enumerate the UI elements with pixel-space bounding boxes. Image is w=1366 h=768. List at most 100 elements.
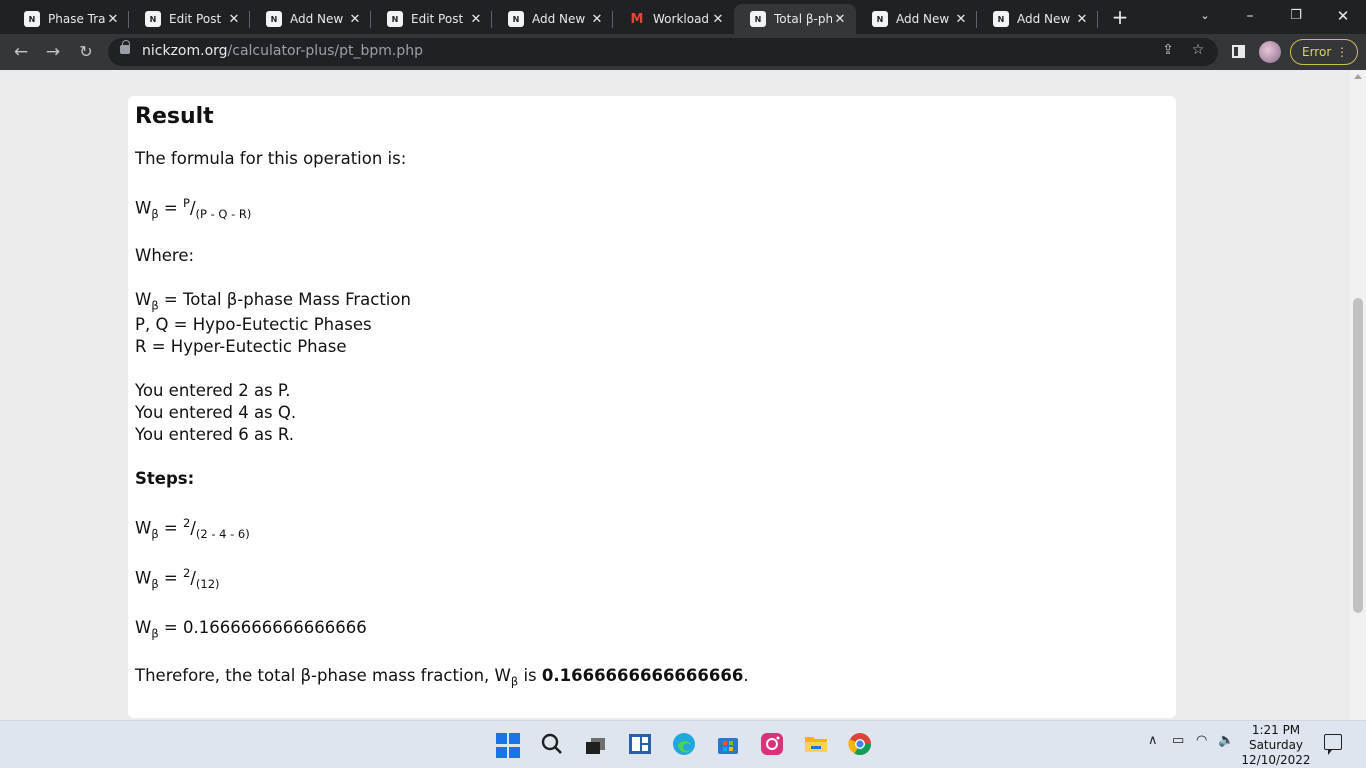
notification-icon[interactable]: [1324, 734, 1342, 755]
entered-p: You entered 2 as P.: [135, 381, 291, 400]
page-scrollbar[interactable]: [1350, 70, 1366, 720]
close-tab-icon[interactable]: ✕: [468, 12, 484, 27]
where-label: Where:: [135, 246, 195, 265]
conclusion: Therefore, the total β-phase mass fracti…: [135, 666, 749, 688]
close-tab-icon[interactable]: ✕: [832, 12, 848, 27]
wifi-icon[interactable]: ◠: [1196, 733, 1207, 748]
scroll-up-arrow-icon[interactable]: [1354, 74, 1362, 79]
step-3: Wβ = 0.1666666666666666: [135, 618, 367, 641]
microsoft-store-icon[interactable]: [715, 731, 741, 757]
windows-start-icon[interactable]: [496, 733, 522, 759]
tab-title: Total β-pha: [774, 12, 832, 26]
conclusion-prefix: Therefore, the total β-phase mass fracti…: [135, 666, 511, 685]
instagram-icon[interactable]: [759, 731, 785, 757]
step-denominator: (2 - 4 - 6): [195, 526, 250, 541]
definition-r: R = Hyper-Eutectic Phase: [135, 337, 346, 356]
tab-title: Workload: [653, 12, 710, 26]
lock-icon[interactable]: [120, 40, 130, 54]
tab-add-new-post-3[interactable]: N Add New P ✕: [856, 4, 977, 34]
close-tab-icon[interactable]: ✕: [953, 12, 969, 27]
clock-time: 1:21 PM: [1251, 723, 1301, 737]
forward-arrow-icon[interactable]: →: [41, 40, 65, 64]
tab-separator: [1097, 11, 1098, 28]
address-bar[interactable]: nickzom.org/calculator-plus/pt_bpm.php ⇪…: [108, 38, 1218, 66]
tab-total-beta-phase[interactable]: N Total β-pha ✕: [734, 4, 856, 34]
step-subscript: β: [151, 626, 159, 641]
error-label: Error: [1302, 45, 1332, 59]
side-panel-icon[interactable]: [1232, 45, 1245, 58]
tab-workload-gmail[interactable]: M Workload ✕: [613, 4, 734, 34]
close-tab-icon[interactable]: ✕: [1074, 12, 1090, 27]
step-denominator: (12): [195, 576, 220, 591]
definition-text: = Total β-phase Mass Fraction: [158, 290, 411, 309]
nickzom-favicon-icon: N: [993, 11, 1009, 27]
close-tab-icon[interactable]: ✕: [347, 12, 363, 27]
formula-intro: The formula for this operation is:: [135, 149, 407, 168]
steps-label: Steps:: [135, 469, 195, 488]
chrome-icon[interactable]: [847, 731, 873, 757]
system-clock[interactable]: 1:21 PM Saturday 12/10/2022: [1240, 723, 1312, 768]
tab-add-new-post-2[interactable]: N Add New P ✕: [492, 4, 613, 34]
tab-title: Edit Post ‹: [411, 12, 468, 26]
page-viewport: Result The formula for this operation is…: [0, 70, 1350, 720]
nickzom-favicon-icon: N: [24, 11, 40, 27]
step-lhs: W: [135, 568, 152, 588]
nickzom-favicon-icon: N: [508, 11, 524, 27]
file-explorer-icon[interactable]: [803, 731, 829, 757]
url-text[interactable]: nickzom.org/calculator-plus/pt_bpm.php: [142, 43, 423, 59]
nickzom-favicon-icon: N: [387, 11, 403, 27]
tab-add-new-post-4[interactable]: N Add New P ✕: [977, 4, 1098, 34]
tab-phase-transformation[interactable]: N Phase Tran ✕: [8, 4, 129, 34]
bookmark-star-icon[interactable]: ☆: [1188, 42, 1208, 58]
close-tab-icon[interactable]: ✕: [105, 12, 121, 27]
result-card: Result The formula for this operation is…: [128, 96, 1176, 718]
edge-browser-icon[interactable]: [671, 731, 697, 757]
close-tab-icon[interactable]: ✕: [226, 12, 242, 27]
widgets-icon[interactable]: [627, 731, 653, 757]
tab-title: Edit Post ‹: [169, 12, 226, 26]
close-window-icon[interactable]: ✕: [1328, 4, 1358, 30]
show-hidden-icons-chevron-icon[interactable]: ∧: [1148, 733, 1158, 748]
step-lhs: W: [135, 518, 152, 538]
close-tab-icon[interactable]: ✕: [589, 12, 605, 27]
step-2: Wβ = 2/(12): [135, 566, 220, 591]
tab-edit-post-1[interactable]: N Edit Post ‹ ✕: [129, 4, 250, 34]
task-view-icon[interactable]: [583, 731, 609, 757]
tab-title: Add New P: [532, 12, 589, 26]
profile-avatar[interactable]: [1259, 41, 1281, 63]
definition-subscript: β: [151, 298, 159, 313]
tab-strip: N Phase Tran ✕ N Edit Post ‹ ✕ N Add New…: [0, 0, 1366, 34]
tab-edit-post-2[interactable]: N Edit Post ‹ ✕: [371, 4, 492, 34]
clock-date: 12/10/2022: [1241, 753, 1311, 767]
definition-symbol: P, Q: [135, 315, 169, 334]
gmail-icon: M: [630, 11, 644, 27]
formula-subscript: β: [151, 206, 159, 221]
search-icon[interactable]: [539, 731, 565, 757]
definition-symbol: W: [135, 290, 152, 309]
step-1: Wβ = 2/(2 - 4 - 6): [135, 516, 250, 541]
nickzom-favicon-icon: N: [145, 11, 161, 27]
formula-denominator: (P - Q - R): [195, 206, 252, 221]
error-button[interactable]: Error ⋮: [1290, 39, 1358, 65]
nickzom-favicon-icon: N: [266, 11, 282, 27]
share-icon[interactable]: ⇪: [1158, 42, 1178, 58]
close-tab-icon[interactable]: ✕: [710, 12, 726, 27]
back-arrow-icon[interactable]: ←: [9, 40, 33, 64]
definition-text: = Hyper-Eutectic Phase: [146, 337, 347, 356]
reload-icon[interactable]: ↻: [74, 40, 98, 64]
scrollbar-thumb[interactable]: [1353, 298, 1363, 613]
new-tab-plus-icon[interactable]: +: [1108, 6, 1132, 30]
battery-icon[interactable]: ▭: [1172, 733, 1184, 748]
url-host: nickzom.org: [142, 43, 228, 59]
step-numerator: 2: [183, 566, 191, 580]
volume-icon[interactable]: 🔈: [1218, 733, 1234, 748]
restore-icon[interactable]: ❐: [1281, 4, 1311, 30]
clock-day: Saturday: [1248, 738, 1304, 752]
tab-add-new-post-1[interactable]: N Add New P ✕: [250, 4, 371, 34]
minimize-icon[interactable]: –: [1235, 4, 1265, 30]
browser-toolbar: ← → ↻ nickzom.org/calculator-plus/pt_bpm…: [0, 34, 1366, 70]
tab-search-chevron-icon[interactable]: ⌄: [1190, 4, 1220, 30]
conclusion-mid: is: [518, 666, 542, 685]
step-subscript: β: [151, 526, 159, 541]
entered-r: You entered 6 as R.: [135, 425, 295, 444]
